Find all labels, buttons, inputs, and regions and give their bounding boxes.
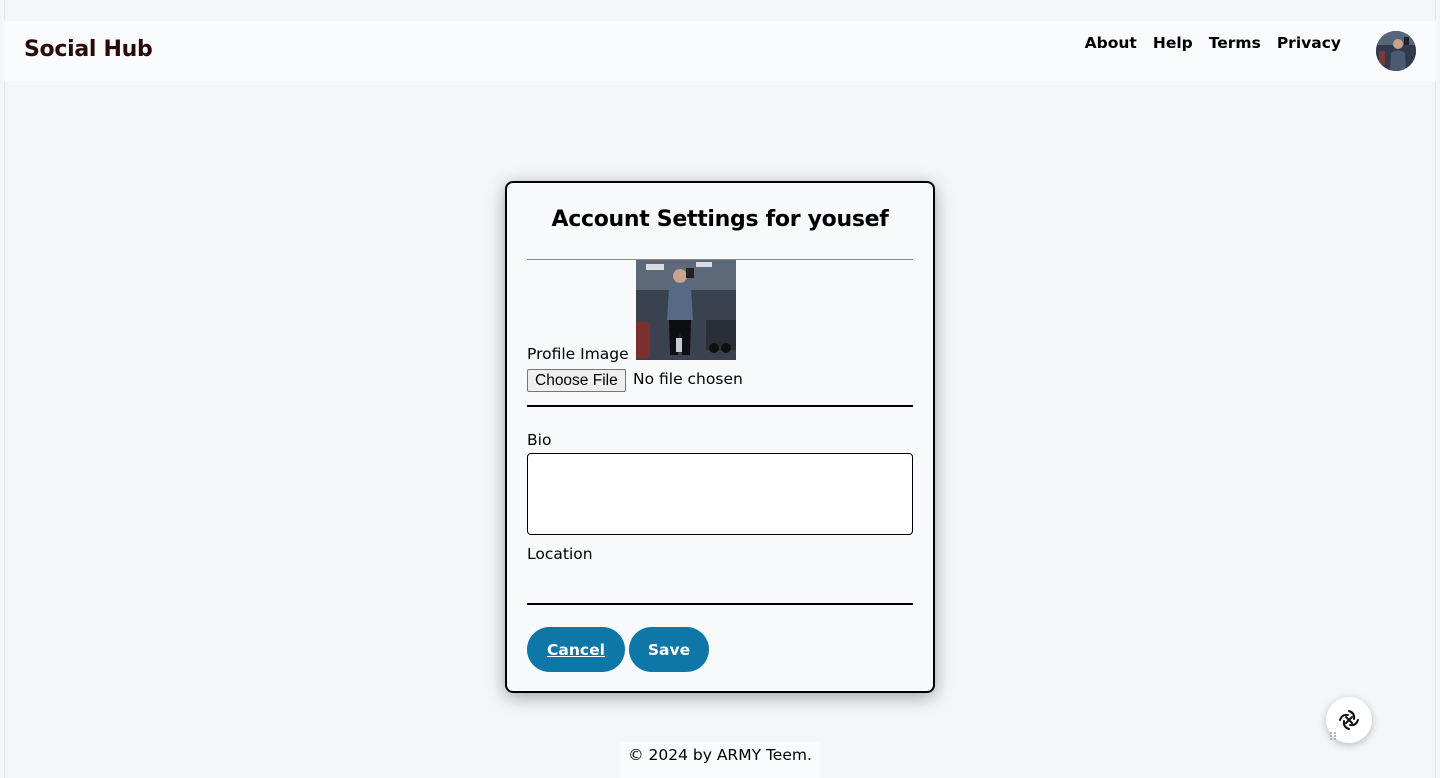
nav-link-privacy[interactable]: Privacy [1277, 34, 1341, 52]
save-button[interactable]: Save [629, 627, 709, 672]
file-status-text: No file chosen [633, 370, 743, 388]
nav-links: About Help Terms Privacy [1085, 34, 1341, 52]
location-input[interactable] [527, 567, 913, 605]
divider [527, 405, 913, 407]
brand-logo-text[interactable]: Social Hub [24, 37, 153, 62]
nav-link-help[interactable]: Help [1153, 34, 1193, 52]
page-title: Account Settings for yousef [551, 207, 889, 232]
footer-copyright: © 2024 by ARMY Teem. [620, 742, 820, 778]
avatar-photo [1376, 31, 1416, 71]
nav-link-terms[interactable]: Terms [1209, 34, 1261, 52]
cancel-button[interactable]: Cancel [527, 627, 625, 672]
profile-image-preview [636, 260, 736, 360]
avatar[interactable] [1376, 31, 1416, 71]
assistant-knot-icon [1339, 710, 1359, 730]
profile-photo [636, 260, 736, 360]
bio-textarea[interactable] [527, 453, 913, 535]
nav-link-about[interactable]: About [1085, 34, 1137, 52]
location-label: Location [527, 545, 593, 563]
profile-image-label: Profile Image [527, 345, 629, 363]
bio-label: Bio [527, 431, 552, 449]
account-settings-card: Account Settings for yousef Profile Imag… [505, 181, 935, 693]
top-navbar: Social Hub About Help Terms Privacy [4, 21, 1436, 81]
choose-file-button[interactable]: Choose File [527, 369, 626, 392]
drag-handle-icon[interactable] [1329, 731, 1337, 741]
